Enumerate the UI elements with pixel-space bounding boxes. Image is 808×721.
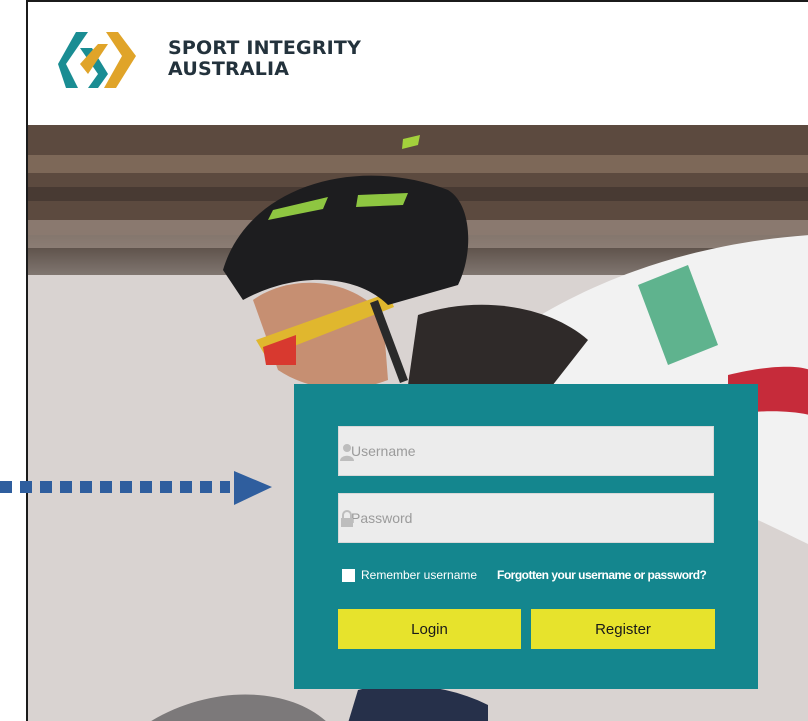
- brand-line-2: AUSTRALIA: [168, 58, 290, 80]
- hero-background-image: Remember username Forgotten your usernam…: [28, 125, 808, 721]
- dotted-arrow-icon: [0, 471, 272, 505]
- linked-diamonds-logo-icon[interactable]: [58, 26, 136, 98]
- lock-icon: [341, 510, 353, 527]
- browser-frame: SPORT INTEGRITY AUSTRALIA Username Remem…: [26, 0, 808, 721]
- user-icon: [340, 444, 354, 461]
- login-button[interactable]: Login: [338, 609, 521, 649]
- password-input[interactable]: [339, 494, 713, 542]
- remember-username-row[interactable]: Remember username: [342, 567, 477, 583]
- site-header: SPORT INTEGRITY AUSTRALIA: [28, 2, 808, 125]
- forgot-credentials-link[interactable]: Forgotten your username or password?: [497, 567, 707, 583]
- login-panel: Remember username Forgotten your usernam…: [294, 384, 758, 689]
- brand-line-1: SPORT INTEGRITY: [168, 37, 362, 59]
- username-field[interactable]: [338, 426, 714, 476]
- brand-name[interactable]: SPORT INTEGRITY AUSTRALIA: [168, 38, 361, 80]
- username-input[interactable]: [339, 427, 713, 475]
- password-field[interactable]: [338, 493, 714, 543]
- remember-username-label: Remember username: [361, 568, 478, 582]
- remember-username-checkbox[interactable]: [342, 568, 355, 582]
- register-button[interactable]: Register: [531, 609, 715, 649]
